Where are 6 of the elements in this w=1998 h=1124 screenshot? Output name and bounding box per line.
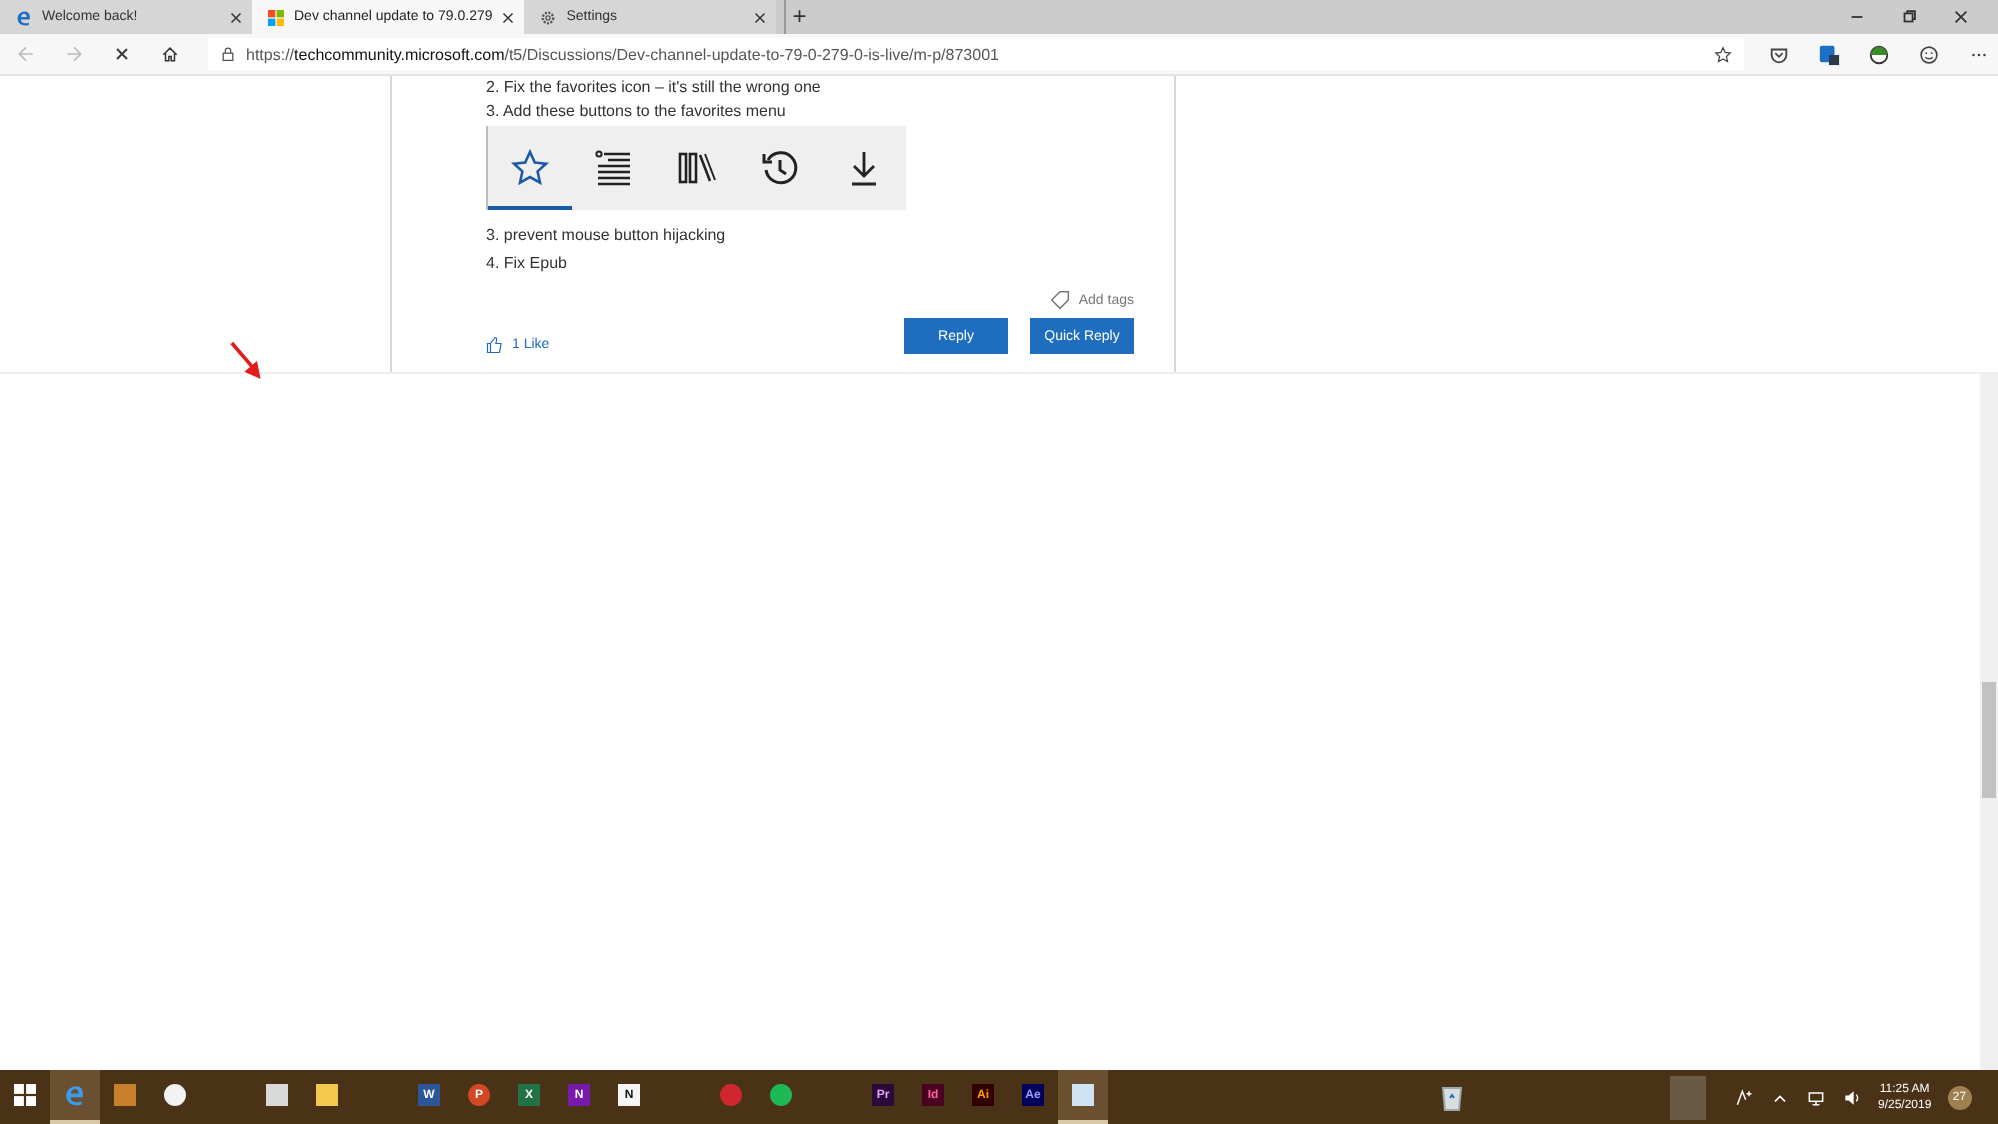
post-text: 3. Add these buttons to the favorites menu	[486, 100, 788, 124]
post-text: 4. Fix Epub	[486, 252, 569, 276]
post-text: 3. prevent mouse button hijacking	[486, 224, 728, 248]
address-bar[interactable]: https://techcommunity.microsoft.com/t5/Discussions/Dev-channel-update-to-79-0-279-0-is-live/m-p/873001	[208, 38, 1744, 70]
url-text: https://techcommunity.microsoft.com/t5/Discussions/Dev-channel-update-to-79-0-279-0-is-live/m-p/873001	[246, 45, 1001, 63]
post-text: 2. Fix the favorites icon – it's still the wrong one	[486, 76, 823, 100]
